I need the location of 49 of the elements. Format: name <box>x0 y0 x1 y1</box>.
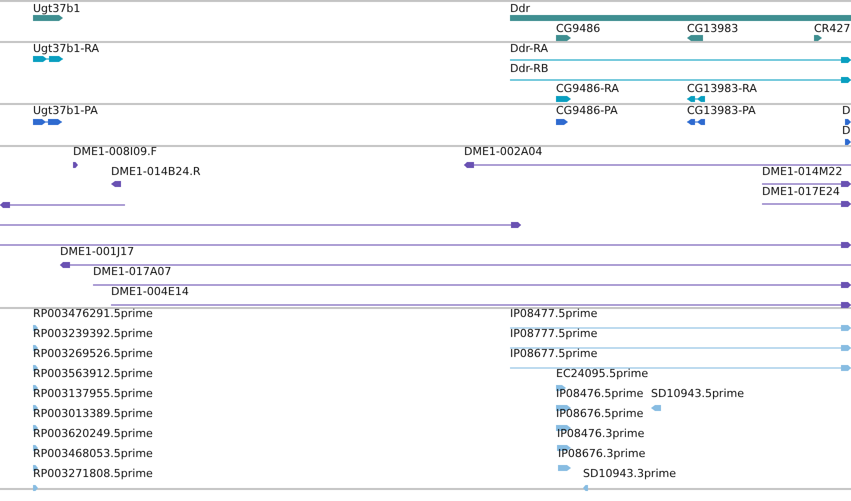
feature-label[interactable]: DME1-008I09.F <box>73 146 157 158</box>
feature-label[interactable]: CG9486 <box>556 23 600 35</box>
feature-label[interactable]: Ddr-RB <box>510 63 548 75</box>
feature-label[interactable]: IP08676.3prime <box>558 448 646 460</box>
feature-label[interactable]: IP08676.5prime <box>556 408 644 420</box>
feature-label[interactable]: DME1-017E24 <box>762 186 840 198</box>
feature-label[interactable]: IP08476.3prime <box>557 428 644 440</box>
feature-label[interactable]: EC24095.5prime <box>556 368 648 380</box>
feature-label[interactable]: D <box>842 125 850 137</box>
feature-label[interactable]: CG9486-PA <box>556 105 618 117</box>
feature-label[interactable]: IP08677.5prime <box>510 348 598 360</box>
feature-glyph[interactable] <box>762 180 851 188</box>
feature-label[interactable]: Ugt37b1 <box>33 3 80 15</box>
feature-label[interactable]: DME1-001J17 <box>60 246 134 258</box>
feature-label[interactable]: DME1-014M22 <box>762 166 842 178</box>
feature-label[interactable]: Ddr <box>510 3 530 15</box>
feature-label[interactable]: RP003563912.5prime <box>33 368 153 380</box>
feature-label[interactable]: RP003239392.5prime <box>33 328 153 340</box>
feature-label[interactable]: CG13983-PA <box>687 105 756 117</box>
feature-label[interactable]: RP003013389.5prime <box>33 408 153 420</box>
feature-label[interactable]: IP08777.5prime <box>510 328 598 340</box>
feature-glyph[interactable] <box>111 301 851 309</box>
feature-glyph[interactable] <box>73 161 78 169</box>
feature-label[interactable]: CG13983 <box>687 23 738 35</box>
feature-glyph[interactable] <box>0 201 125 209</box>
feature-label[interactable]: D <box>842 105 850 117</box>
feature-label[interactable]: RP003476291.5prime <box>33 308 153 320</box>
feature-label[interactable]: RP003620249.5prime <box>33 428 153 440</box>
feature-label[interactable]: RP003269526.5prime <box>33 348 153 360</box>
feature-label[interactable]: DME1-002A04 <box>464 146 542 158</box>
feature-glyph[interactable] <box>762 200 851 208</box>
feature-label[interactable]: DME1-017A07 <box>93 266 172 278</box>
feature-label[interactable]: Ugt37b1-PA <box>33 105 98 117</box>
feature-label[interactable]: RP003468053.5prime <box>33 448 153 460</box>
feature-label[interactable]: Ugt37b1-RA <box>33 43 100 55</box>
feature-glyph[interactable] <box>0 221 521 229</box>
feature-label[interactable]: CR427 <box>814 23 850 35</box>
feature-label[interactable]: SD10943.5prime <box>651 388 744 400</box>
feature-label[interactable]: Ddr-RA <box>510 43 548 55</box>
feature-glyph[interactable] <box>111 180 121 188</box>
feature-label[interactable]: CG13983-RA <box>687 83 757 95</box>
feature-label[interactable]: SD10943.3prime <box>583 468 676 480</box>
feature-label[interactable]: IP08476.5prime <box>556 388 644 400</box>
feature-label[interactable]: DME1-004E14 <box>111 286 189 298</box>
feature-label[interactable]: RP003271808.5prime <box>33 468 153 480</box>
feature-label[interactable]: IP08477.5prime <box>510 308 598 320</box>
feature-label[interactable]: DME1-014B24.R <box>111 166 201 178</box>
feature-label[interactable]: CG9486-RA <box>556 83 619 95</box>
feature-label[interactable]: RP003137955.5prime <box>33 388 153 400</box>
